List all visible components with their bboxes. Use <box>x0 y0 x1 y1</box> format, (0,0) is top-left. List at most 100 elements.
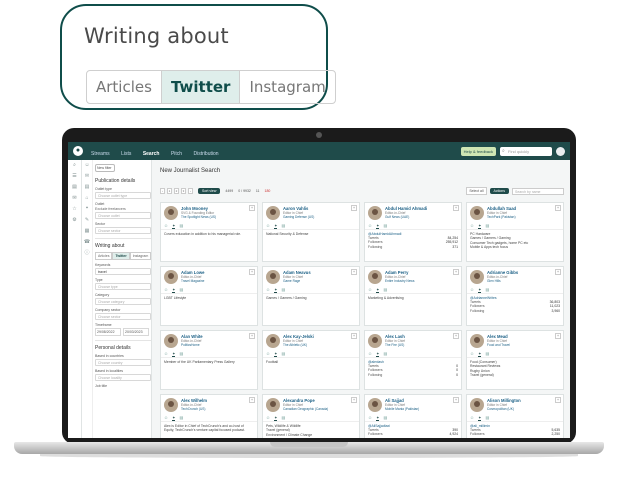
user-avatar[interactable] <box>556 146 565 156</box>
add-to-list-button[interactable]: + <box>350 333 357 339</box>
user-icon[interactable]: ☺ <box>82 160 92 171</box>
phone-icon[interactable]: ☎ <box>82 237 92 248</box>
journalist-outlet[interactable]: The Fire (US) <box>385 343 404 347</box>
journalist-outlet[interactable]: Cosmopolitan (UK) <box>487 407 514 411</box>
journalist-card[interactable]: Ali Sajjad Editor in Chief Mobile Mania (P… <box>364 394 462 438</box>
actions-button[interactable]: Actions <box>489 188 509 194</box>
pager-page-2[interactable]: 2 <box>174 188 179 194</box>
journalist-card[interactable]: Abdullah Saad Editor in Chief TechPark (Pa… <box>466 202 564 262</box>
add-to-list-button[interactable]: + <box>350 269 357 275</box>
journalist-card[interactable]: Abdul Hamid Ahmadi Editor-in-Chief Gulf Ne… <box>364 202 462 262</box>
add-to-list-button[interactable]: + <box>452 333 459 339</box>
keywords-input[interactable]: travel <box>95 268 151 275</box>
journalist-outlet[interactable]: Glen Hills <box>487 279 501 283</box>
quick-search-input[interactable]: Find quickly <box>500 146 552 156</box>
sector-select[interactable]: Choose sector <box>95 227 151 234</box>
add-to-list-button[interactable]: + <box>554 205 561 211</box>
pager-page-3[interactable]: 3 <box>181 188 186 194</box>
journalist-outlet[interactable]: Entire Industry News <box>385 279 414 283</box>
mini-tab-twitter[interactable]: Twitter <box>112 252 130 260</box>
avatar[interactable] <box>164 206 178 220</box>
journalist-card[interactable]: Alex Wilhelm Editor-in-Chief TechCrunch (U… <box>160 394 258 438</box>
avatar[interactable] <box>266 206 280 220</box>
avatar[interactable] <box>164 334 178 348</box>
journalist-outlet[interactable]: PoliticsHome <box>181 343 200 347</box>
tab-instagram[interactable]: Instagram <box>240 71 334 103</box>
journalist-card[interactable]: Adam Perry Editor-in-Chief Entire Industry… <box>364 266 462 326</box>
add-to-list-button[interactable]: + <box>248 269 255 275</box>
add-to-list-button[interactable]: + <box>248 205 255 211</box>
quote-icon[interactable]: ❝ <box>82 204 92 215</box>
journalist-outlet[interactable]: TechPark (Pakistan) <box>487 215 516 219</box>
avatar[interactable] <box>368 270 382 284</box>
avatar[interactable] <box>368 398 382 412</box>
tag-icon[interactable]: ⌂ <box>82 193 92 204</box>
add-to-list-button[interactable]: + <box>350 205 357 211</box>
comment-icon[interactable]: ✉ <box>82 171 92 182</box>
journalist-card[interactable]: Adam Lowe Editor-in-Chief Travel Magazine +… <box>160 266 258 326</box>
journalist-card[interactable]: Adrianne Gibbs Editor-in-Chief Glen Hills +… <box>466 266 564 326</box>
nav-streams[interactable]: Streams <box>91 151 110 157</box>
journalist-card[interactable]: Adam Neavus Editor in Chief Game Rage + ☺ ✦ ▤ G… <box>262 266 360 326</box>
based-localities-select[interactable]: Choose locality <box>95 374 151 381</box>
calendar-icon[interactable]: ▦ <box>82 226 92 237</box>
outlet-type-select[interactable]: Choose outlet type <box>95 192 151 199</box>
pager-prev[interactable]: ‹ <box>160 188 165 194</box>
journalist-outlet[interactable]: Gaming Defense (US) <box>283 215 314 219</box>
new-filter-button[interactable]: New filter <box>95 164 115 172</box>
based-countries-select[interactable]: Choose country <box>95 359 151 366</box>
journalist-outlet[interactable]: Mobile Mania (Pakistan) <box>385 407 419 411</box>
journalist-outlet[interactable]: The Athletic (UK) <box>283 343 307 347</box>
avatar[interactable] <box>266 334 280 348</box>
journalist-outlet[interactable]: TechCrunch (US) <box>181 407 205 411</box>
add-to-list-button[interactable]: + <box>554 333 561 339</box>
exclude-freelancers-checkbox[interactable]: Exclude freelancers <box>95 207 151 211</box>
date-to-input[interactable]: 20/03/2023 <box>123 328 149 336</box>
add-to-list-button[interactable]: + <box>554 397 561 403</box>
add-to-list-button[interactable]: + <box>452 269 459 275</box>
app-logo-icon[interactable]: ● <box>73 146 83 156</box>
pager-page-1[interactable]: 1 <box>167 188 172 194</box>
tab-twitter[interactable]: Twitter <box>161 71 241 103</box>
add-to-list-button[interactable]: + <box>248 333 255 339</box>
sort-view-button[interactable]: Sort view <box>198 188 221 194</box>
list-icon[interactable]: ▤ <box>68 182 81 193</box>
journalist-outlet[interactable]: The Spotlight News (US) <box>181 215 216 219</box>
avatar[interactable] <box>368 334 382 348</box>
nav-search[interactable]: Search <box>143 151 160 157</box>
nav-lists[interactable]: Lists <box>121 151 131 157</box>
journalist-outlet[interactable]: Game Rage <box>283 279 300 283</box>
add-to-list-button[interactable]: + <box>248 397 255 403</box>
mini-tab-articles[interactable]: Articles <box>95 252 113 260</box>
add-to-list-button[interactable]: + <box>452 205 459 211</box>
journalist-card[interactable]: Alex Mead Editor in Chief Food and Travel +… <box>466 330 564 390</box>
avatar[interactable] <box>266 270 280 284</box>
journalist-card[interactable]: Alex Kay-Jelski Editor in Chief The Athlet… <box>262 330 360 390</box>
gear-icon[interactable]: ⚙ <box>68 215 81 226</box>
journalist-outlet[interactable]: Canadian Geographic (Canada) <box>283 407 328 411</box>
date-from-input[interactable]: 29/08/2022 <box>95 328 121 336</box>
add-to-list-button[interactable]: + <box>350 397 357 403</box>
type-select[interactable]: Choose type <box>95 283 151 290</box>
journalist-card[interactable]: John Mooney SVG & Founding Editor The Spot… <box>160 202 258 262</box>
search-icon[interactable]: ⌕ <box>68 160 81 171</box>
tab-articles[interactable]: Articles <box>87 71 162 103</box>
category-select[interactable]: Choose category <box>95 298 151 305</box>
company-sector-select[interactable]: Choose sector <box>95 313 151 320</box>
journalist-card[interactable]: Alexandra Pope Editor in Chief Canadian Ge… <box>262 394 360 438</box>
mail-icon[interactable]: ✉ <box>68 193 81 204</box>
avatar[interactable] <box>164 398 178 412</box>
info-icon[interactable]: ⓘ <box>82 248 92 259</box>
help-feedback-button[interactable]: Help & feedback <box>460 146 496 156</box>
select-all-button[interactable]: Select all <box>466 187 487 195</box>
journalist-outlet[interactable]: Gulf News (UAE) <box>385 215 409 219</box>
avatar[interactable] <box>470 398 484 412</box>
journalist-outlet[interactable]: Travel Magazine <box>181 279 204 283</box>
add-to-list-button[interactable]: + <box>452 397 459 403</box>
journalist-card[interactable]: Alan White Editor-in-Chief PoliticsHome + ☺ ✦… <box>160 330 258 390</box>
add-to-list-button[interactable]: + <box>554 269 561 275</box>
mini-tab-instagram[interactable]: Instagram <box>129 252 152 260</box>
pin-icon[interactable]: ✎ <box>82 215 92 226</box>
avatar[interactable] <box>470 334 484 348</box>
avatar[interactable] <box>266 398 280 412</box>
